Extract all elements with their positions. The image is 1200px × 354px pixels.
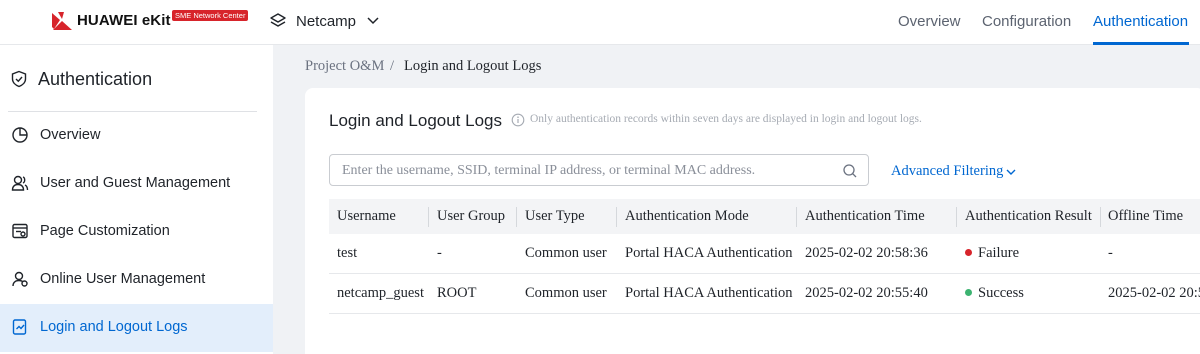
column-header[interactable]: Authentication Result [965,208,1092,225]
sidebar-item-label: Login and Logout Logs [40,319,188,335]
logs-table: Username User Group User Type Authentica… [329,199,1200,314]
nav-configuration[interactable]: Configuration [982,13,1071,30]
cell-offline-time: - [1108,245,1113,261]
column-header[interactable]: Username [337,208,396,225]
column-header[interactable]: User Group [437,208,505,225]
brand-name: HUAWEI eKit [77,12,171,29]
active-nav-indicator [1093,42,1189,45]
cell-offline-time: 2025-02-02 20:5 [1108,285,1200,301]
sidebar-item-label: User and Guest Management [40,175,231,191]
page-title: Login and Logout Logs [329,111,502,130]
column-divider [428,207,429,227]
column-divider [1100,207,1101,227]
status-dot [965,289,972,296]
column-divider [956,207,957,227]
status-dot [965,249,972,256]
sidebar-item-label: Overview [40,127,101,143]
cell-user-group: - [437,245,442,261]
sidebar-item-login-logout-logs[interactable]: Login and Logout Logs [0,304,273,352]
column-header[interactable]: Offline Time [1108,208,1183,225]
breadcrumb-current: Login and Logout Logs [404,58,542,74]
nav-overview[interactable]: Overview [898,13,961,30]
nav-authentication[interactable]: Authentication [1093,13,1188,30]
info-icon [511,113,525,127]
search-input[interactable]: Enter the username, SSID, terminal IP ad… [329,154,869,186]
search-placeholder: Enter the username, SSID, terminal IP ad… [342,163,756,178]
advanced-filtering-link[interactable]: Advanced Filtering [891,163,1003,180]
column-header[interactable]: User Type [525,208,585,225]
cell-auth-result: Failure [965,245,1019,262]
chevron-down-icon[interactable] [366,14,380,28]
sidebar-title: Authentication [38,69,153,89]
sidebar: Authentication Overview User and Guest M… [0,45,273,354]
chevron-down-icon[interactable] [1005,166,1017,178]
breadcrumb-parent[interactable]: Project O&M [305,58,384,75]
pie-chart-icon [12,127,28,143]
cell-user-type: Common user [525,245,607,261]
sidebar-item-page-customization[interactable]: Page Customization [0,208,273,256]
cell-user-group: ROOT [437,285,477,301]
info-hint: Only authentication records within seven… [530,113,922,125]
cell-username: netcamp_guest [337,285,424,301]
page-icon [12,223,28,239]
huawei-logo-icon[interactable] [50,9,74,33]
column-header[interactable]: Authentication Mode [625,208,749,225]
shield-check-icon [11,70,27,88]
sidebar-item-user-guest-management[interactable]: User and Guest Management [0,160,273,208]
user-online-icon [12,271,28,287]
table-header: Username User Group User Type Authentica… [329,199,1200,234]
column-divider [796,207,797,227]
log-icon [12,319,27,335]
cell-auth-mode: Portal HACA Authentication [625,285,793,301]
site-selector[interactable]: Netcamp [296,13,356,30]
users-icon [11,175,29,191]
sidebar-item-label: Online User Management [40,271,206,287]
cell-auth-time: 2025-02-02 20:58:36 [805,245,928,261]
cell-auth-mode: Portal HACA Authentication [625,245,793,261]
column-header[interactable]: Authentication Time [805,208,925,225]
sidebar-item-label: Page Customization [40,223,170,239]
sidebar-item-overview[interactable]: Overview [0,112,273,160]
table-row[interactable]: test - Common user Portal HACA Authentic… [329,234,1200,274]
cell-user-type: Common user [525,285,607,301]
column-divider [516,207,517,227]
column-divider [616,207,617,227]
breadcrumb-separator: / [390,58,395,74]
cell-auth-result: Success [965,285,1024,302]
search-icon[interactable] [842,163,858,179]
layers-icon [270,13,286,27]
network-center-badge: SME Network Center [172,10,249,21]
status-text: Success [978,285,1024,301]
cell-username: test [337,245,358,261]
table-row[interactable]: netcamp_guest ROOT Common user Portal HA… [329,274,1200,314]
status-text: Failure [978,245,1020,261]
cell-auth-time: 2025-02-02 20:55:40 [805,285,928,301]
sidebar-item-online-user-management[interactable]: Online User Management [0,256,273,304]
logs-card: Login and Logout Logs Only authenticatio… [305,88,1200,354]
top-bar: HUAWEI eKit SME Network Center Netcamp O… [0,0,1200,45]
